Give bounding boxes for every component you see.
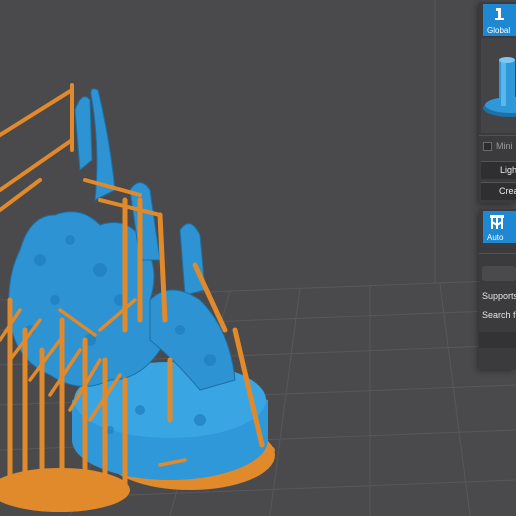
mini-checkbox[interactable] bbox=[483, 142, 492, 151]
preview-thumbnail bbox=[481, 38, 516, 133]
create-button[interactable]: Crea bbox=[481, 182, 516, 200]
search-label: Search f bbox=[482, 310, 516, 320]
one-icon bbox=[492, 6, 506, 27]
3d-model bbox=[8, 88, 236, 391]
create-button-label: Crea bbox=[499, 186, 516, 196]
supports-label: Supports bbox=[482, 291, 516, 301]
global-mode-label: Global bbox=[487, 26, 511, 35]
model-preview-icon bbox=[483, 57, 516, 117]
mini-label: Mini bbox=[496, 141, 513, 151]
panel-footer-bar bbox=[479, 332, 516, 348]
3d-viewport[interactable] bbox=[0, 0, 516, 516]
light-button[interactable]: Ligh bbox=[481, 161, 516, 179]
light-button-label: Ligh bbox=[500, 165, 516, 175]
auto-supports-panel: Auto Supports Search f bbox=[479, 209, 516, 369]
auto-mode-button[interactable]: Auto bbox=[483, 211, 516, 243]
global-panel: Global Mini Ligh Crea bbox=[479, 2, 516, 203]
auto-mode-label: Auto bbox=[487, 233, 504, 242]
global-mode-button[interactable]: Global bbox=[483, 4, 516, 36]
auto-generate-button[interactable] bbox=[482, 266, 516, 281]
